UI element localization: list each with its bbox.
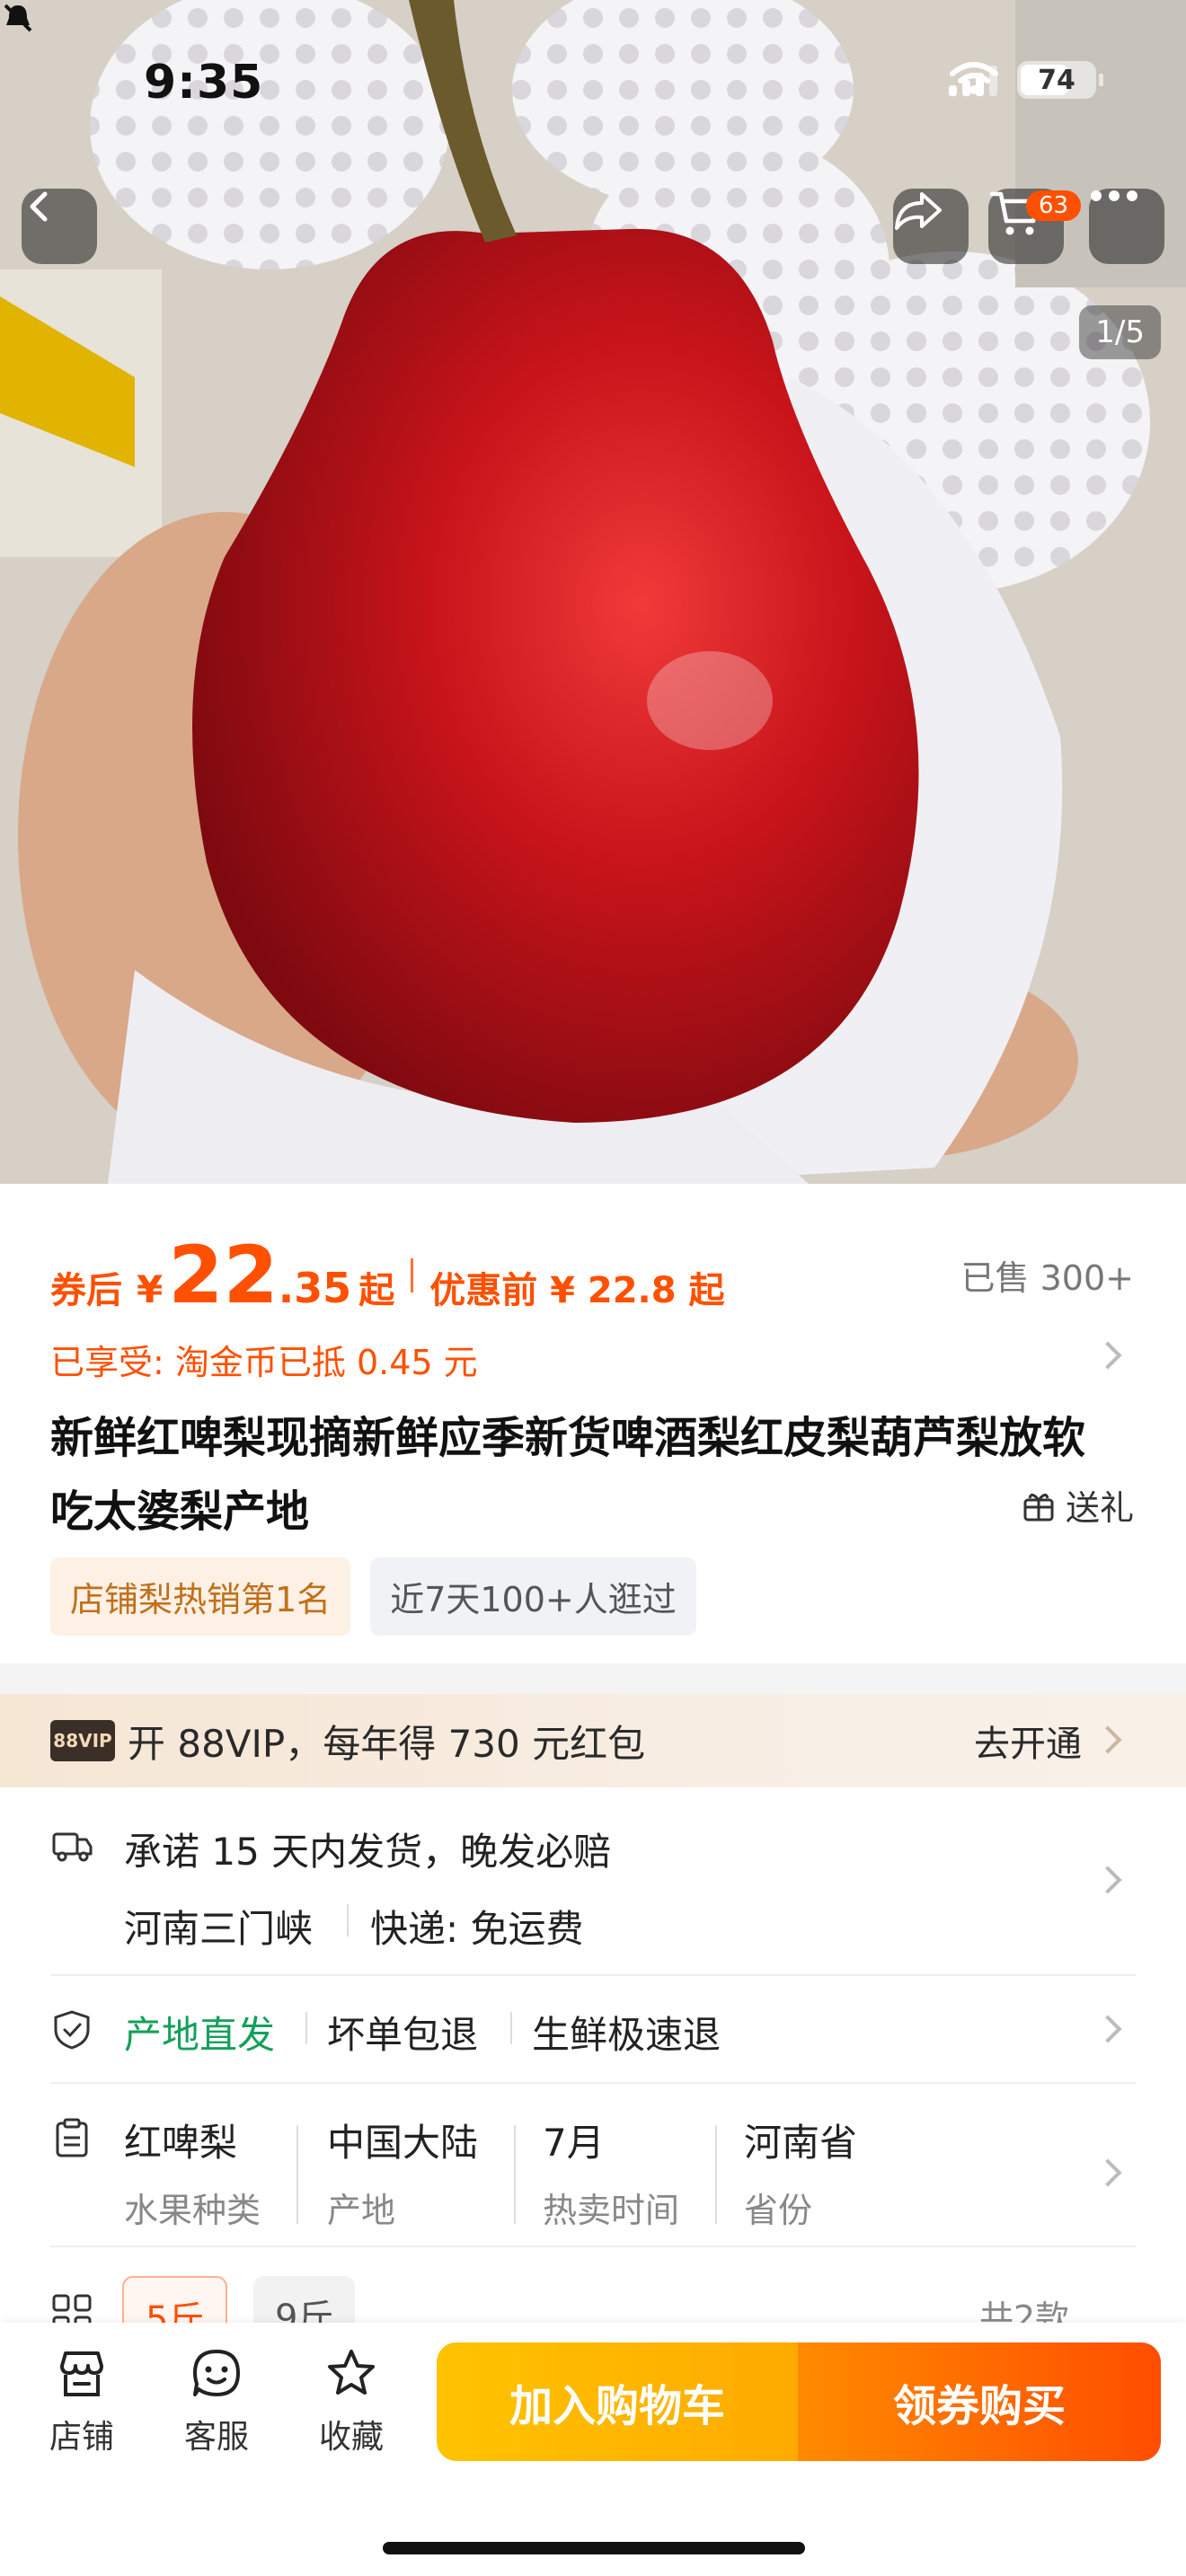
status-time: 9:35 bbox=[144, 56, 264, 110]
gift-icon bbox=[1023, 1493, 1054, 1521]
shipping-chevron-icon[interactable] bbox=[1093, 1866, 1122, 1894]
benefit-text[interactable]: 已享受: 淘金币已抵 0.45 元 bbox=[50, 1335, 478, 1384]
shop-label: 店铺 bbox=[49, 2419, 114, 2456]
guarantee-fast-refund: 生鲜极速退 bbox=[532, 2013, 721, 2057]
price-integer: 22 bbox=[168, 1229, 279, 1321]
param-label-season: 热卖时间 bbox=[543, 2191, 680, 2230]
vip-chevron-icon bbox=[1093, 1725, 1122, 1754]
shop-icon bbox=[60, 2351, 103, 2396]
shipping-express: 快递: 免运费 bbox=[370, 1907, 584, 1951]
pear-photo bbox=[0, 0, 1186, 1184]
param-value-season: 7月 bbox=[543, 2121, 605, 2165]
service-nav[interactable]: 客服 bbox=[158, 2348, 275, 2457]
image-counter: 1/5 bbox=[1079, 305, 1161, 359]
favorite-nav[interactable]: 收藏 bbox=[293, 2348, 410, 2457]
more-dots-icon bbox=[1091, 190, 1137, 201]
star-icon bbox=[328, 2350, 375, 2395]
back-arrow-icon bbox=[30, 191, 48, 222]
price-before-discount: 优惠前 ¥ 22.8 起 bbox=[429, 1270, 725, 1311]
product-title: 新鲜红啤梨现摘新鲜应季新货啤酒梨红皮梨葫芦梨放软吃太婆梨产地 bbox=[50, 1413, 1086, 1537]
param-value-origin: 中国大陆 bbox=[327, 2121, 479, 2165]
guarantee-chevron-icon[interactable] bbox=[1093, 2015, 1122, 2043]
separator bbox=[514, 2125, 516, 2224]
add-to-cart-button[interactable]: 加入购物车 bbox=[437, 2342, 798, 2461]
section-divider bbox=[0, 1663, 1186, 1694]
buy-with-coupon-button[interactable]: 领券购买 bbox=[798, 2342, 1161, 2461]
divider bbox=[50, 1974, 1136, 1976]
back-button[interactable] bbox=[22, 189, 97, 264]
clipboard-icon bbox=[56, 2118, 88, 2157]
price-prefix: 券后 bbox=[50, 1270, 122, 1311]
gift-label: 送礼 bbox=[1065, 1488, 1134, 1528]
param-label-origin: 产地 bbox=[327, 2191, 396, 2230]
vip-open-button[interactable]: 去开通 bbox=[974, 1715, 1082, 1767]
battery-icon: 74 bbox=[1017, 61, 1103, 99]
separator bbox=[715, 2125, 717, 2224]
sold-count: 已售 300+ bbox=[960, 1258, 1134, 1298]
guarantee-bad-refund: 坏单包退 bbox=[327, 2013, 479, 2057]
home-indicator[interactable] bbox=[383, 2542, 805, 2554]
favorite-label: 收藏 bbox=[318, 2419, 384, 2456]
more-button[interactable] bbox=[1089, 189, 1164, 264]
tag-recent-visits: 近7天100+人逛过 bbox=[370, 1557, 696, 1636]
cart-count-badge: 63 bbox=[1026, 190, 1082, 221]
separator bbox=[510, 2012, 512, 2044]
shipping-origin: 河南三门峡 bbox=[124, 1907, 314, 1951]
vip-logo: 88VIP bbox=[50, 1720, 115, 1761]
status-indicators: 74 bbox=[949, 61, 1103, 99]
price-row: 券后 ¥ 22 .35 起 优惠前 ¥ 22.8 起 bbox=[50, 1229, 725, 1321]
gift-button[interactable]: 送礼 bbox=[1021, 1480, 1134, 1530]
service-label: 客服 bbox=[183, 2419, 249, 2456]
divider bbox=[50, 2245, 1136, 2247]
param-value-fruit-type: 红啤梨 bbox=[124, 2121, 238, 2165]
price-currency: ¥ bbox=[137, 1267, 164, 1311]
vip-banner[interactable]: 88VIP 开 88VIP，每年得 730 元红包 去开通 bbox=[0, 1694, 1186, 1787]
shipping-promise: 承诺 15 天内发货，晚发必赔 bbox=[124, 1830, 612, 1874]
param-value-province: 河南省 bbox=[744, 2121, 858, 2165]
customer-service-icon bbox=[193, 2350, 240, 2396]
separator bbox=[347, 1904, 349, 1936]
divider bbox=[50, 2082, 1136, 2084]
separator bbox=[296, 2125, 298, 2224]
battery-level: 74 bbox=[1038, 64, 1075, 96]
vip-text: 开 88VIP，每年得 730 元红包 bbox=[128, 1721, 646, 1766]
shield-icon bbox=[54, 2010, 90, 2050]
benefit-chevron-icon bbox=[1093, 1341, 1122, 1370]
tag-list: 店铺梨热销第1名 近7天100+人逛过 bbox=[50, 1557, 696, 1636]
truck-icon bbox=[52, 1832, 93, 1862]
price-suffix: 起 bbox=[358, 1270, 395, 1311]
share-icon bbox=[895, 192, 942, 230]
params-chevron-icon[interactable] bbox=[1093, 2158, 1122, 2187]
tag-shop-rank[interactable]: 店铺梨热销第1名 bbox=[50, 1557, 351, 1636]
price-decimal: .35 bbox=[278, 1264, 352, 1312]
product-image[interactable]: 9:35 74 63 1/5 bbox=[0, 0, 1186, 1184]
wifi-icon bbox=[950, 62, 998, 94]
share-button[interactable] bbox=[893, 189, 969, 264]
param-label-fruit-type: 水果种类 bbox=[124, 2191, 261, 2230]
shop-nav[interactable]: 店铺 bbox=[23, 2348, 140, 2457]
price-divider bbox=[411, 1257, 414, 1292]
silent-bell-icon bbox=[4, 4, 32, 32]
guarantee-origin-direct: 产地直发 bbox=[124, 2013, 276, 2057]
separator bbox=[305, 2012, 307, 2044]
param-label-province: 省份 bbox=[744, 2191, 813, 2230]
